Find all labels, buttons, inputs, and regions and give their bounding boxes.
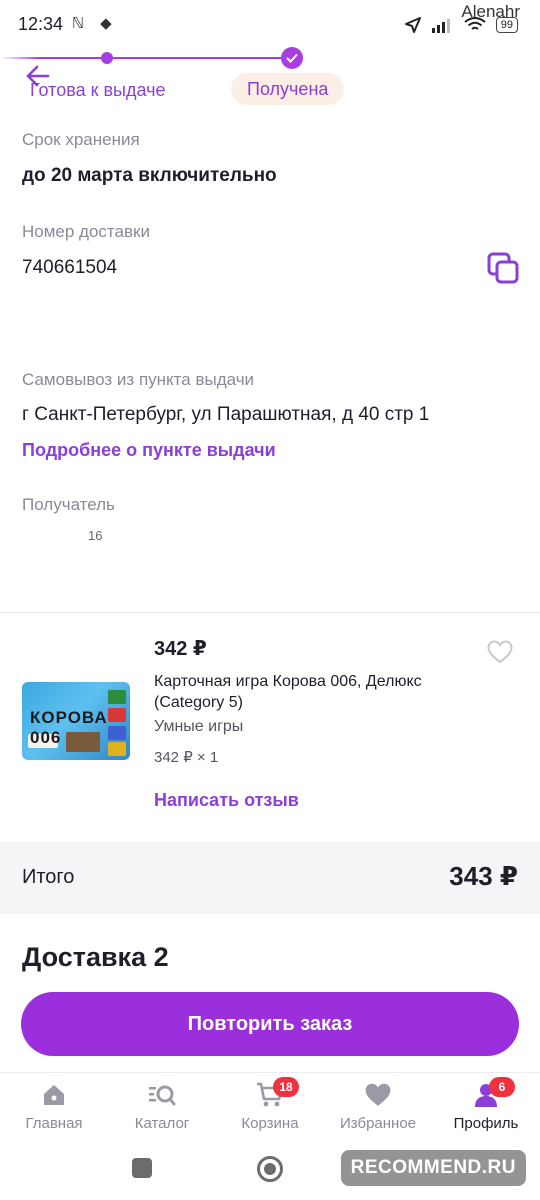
nav-favorites[interactable]: Избранное xyxy=(324,1081,432,1132)
product-image[interactable]: КОРОВА 006 xyxy=(22,682,130,760)
watermark-badge: RECOMMEND.RU xyxy=(340,1150,526,1186)
repeat-order-button[interactable]: Повторить заказ xyxy=(21,992,519,1056)
write-review-link[interactable]: Написать отзыв xyxy=(154,790,299,811)
recipient-value: 16 xyxy=(88,528,103,543)
order-progress-line-fade xyxy=(0,57,40,59)
profile-badge: 6 xyxy=(489,1077,515,1097)
nav-catalog[interactable]: Каталог xyxy=(108,1081,216,1132)
back-arrow-icon[interactable] xyxy=(24,62,52,90)
location-icon xyxy=(404,17,421,33)
nav-home-label: Главная xyxy=(25,1115,83,1132)
heart-icon xyxy=(365,1083,391,1106)
home-system-icon[interactable] xyxy=(257,1156,283,1182)
bottom-nav: Главная Каталог 18 Корзина Избранное 6 П… xyxy=(0,1072,540,1140)
progress-step-dot xyxy=(101,52,113,64)
progress-step-check-icon xyxy=(281,47,303,69)
nav-cart[interactable]: 18 Корзина xyxy=(216,1077,324,1132)
pickup-address: г Санкт-Петербург, ул Парашютная, д 40 с… xyxy=(22,404,430,425)
pickup-label: Самовывоз из пункта выдачи xyxy=(22,370,255,389)
total-label: Итого xyxy=(22,866,75,888)
delivery-section-title: Доставка 2 xyxy=(22,942,169,972)
cart-badge: 18 xyxy=(273,1077,299,1097)
catalog-search-icon xyxy=(149,1085,176,1106)
product-brand: Умные игры xyxy=(154,718,244,735)
pickup-details-link[interactable]: Подробнее о пункте выдачи xyxy=(22,440,276,461)
signal-icon xyxy=(431,19,450,33)
product-title[interactable]: Карточная игра Корова 006, Делюкс (Categ… xyxy=(154,671,474,713)
wifi-icon xyxy=(464,17,486,30)
status-notification-icons: ℕ ◆ xyxy=(72,15,118,32)
product-quantity: 342 ₽ × 1 xyxy=(154,749,219,766)
product-image-brand: КОРОВА 006 xyxy=(30,708,108,747)
nav-cart-label: Корзина xyxy=(241,1115,299,1132)
total-value: 343 ₽ xyxy=(449,861,518,891)
nav-profile[interactable]: 6 Профиль xyxy=(432,1077,540,1132)
storage-value: до 20 марта включительно xyxy=(22,165,277,186)
product-price: 342 ₽ xyxy=(154,638,207,660)
stage-current-pill: Получена xyxy=(231,73,345,105)
delivery-number-value: 740661504 xyxy=(22,257,118,278)
favorite-heart-icon[interactable] xyxy=(487,640,513,664)
recent-apps-icon[interactable] xyxy=(132,1158,152,1178)
home-icon xyxy=(44,1085,64,1105)
nav-profile-label: Профиль xyxy=(453,1115,519,1132)
delivery-number-label: Номер доставки xyxy=(22,222,150,241)
nav-home[interactable]: Главная xyxy=(0,1081,108,1132)
nav-catalog-label: Каталог xyxy=(134,1115,190,1132)
nav-favorites-label: Избранное xyxy=(339,1115,417,1132)
status-right-icons: 99 xyxy=(404,16,518,34)
status-time: 12:34 xyxy=(18,14,64,34)
recipient-label: Получатель xyxy=(22,495,115,514)
order-progress-line xyxy=(0,57,292,59)
storage-label: Срок хранения xyxy=(22,130,140,149)
battery-icon: 99 xyxy=(495,17,518,33)
section-divider xyxy=(0,612,540,613)
copy-icon[interactable] xyxy=(486,251,520,285)
